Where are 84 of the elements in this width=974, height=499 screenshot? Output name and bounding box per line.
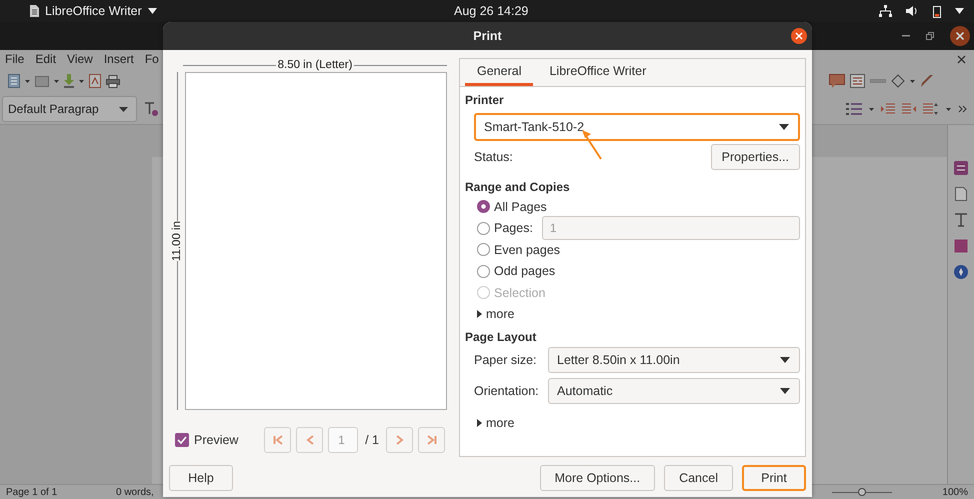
menu-item[interactable]: Insert bbox=[104, 52, 134, 66]
clear-formatting-icon[interactable] bbox=[144, 102, 158, 116]
dropdown[interactable]: Letter 8.50in x 11.00in bbox=[548, 346, 800, 372]
printer-dropdown[interactable]: Smart-Tank-510-2 bbox=[474, 113, 800, 141]
chevron-icon[interactable] bbox=[958, 105, 968, 113]
zoom-percentage: 100% bbox=[942, 486, 968, 498]
styles-icon[interactable] bbox=[954, 213, 968, 227]
radio-button[interactable] bbox=[477, 264, 490, 278]
page-width-label: 8.50 in (Letter) bbox=[278, 59, 352, 71]
app-menu-label[interactable]: LibreOffice Writer bbox=[45, 4, 142, 18]
brush-icon[interactable] bbox=[920, 74, 934, 88]
status-label: Status: bbox=[474, 150, 513, 164]
page-total: / 1 bbox=[365, 433, 379, 447]
dialog-button[interactable]: Help bbox=[169, 465, 233, 491]
radio-button[interactable] bbox=[477, 222, 490, 235]
triangle-right-icon bbox=[477, 418, 482, 426]
properties-button[interactable]: Properties... bbox=[710, 144, 800, 170]
printer-icon[interactable] bbox=[106, 74, 120, 88]
zoom-slider-thumb[interactable] bbox=[858, 488, 866, 496]
field-label: Orientation: bbox=[474, 384, 540, 398]
section-heading: Range and Copies bbox=[465, 180, 571, 196]
radio-label[interactable]: Odd pages bbox=[494, 264, 556, 278]
pdf-icon[interactable] bbox=[89, 74, 101, 88]
document-icon[interactable] bbox=[8, 74, 20, 88]
chevron-right-icon bbox=[396, 435, 404, 445]
navigator-icon[interactable] bbox=[954, 265, 968, 279]
indent-icon[interactable] bbox=[881, 103, 895, 115]
gallery-icon[interactable] bbox=[954, 239, 968, 253]
section-heading: Printer bbox=[465, 93, 505, 109]
clock[interactable]: Aug 26 14:29 bbox=[454, 4, 528, 18]
paragraph-style-dropdown[interactable]: Default Paragrap bbox=[2, 96, 137, 122]
zoom-slider[interactable] bbox=[832, 488, 892, 496]
more-expander[interactable]: more bbox=[474, 304, 800, 324]
dialog-button[interactable]: More Options... bbox=[540, 465, 656, 491]
volume-icon[interactable] bbox=[906, 5, 919, 17]
first-page-icon bbox=[272, 435, 283, 445]
form-icon[interactable] bbox=[850, 74, 865, 88]
radio-button[interactable] bbox=[477, 243, 490, 256]
diamond-icon[interactable] bbox=[891, 74, 905, 88]
preview-checkbox[interactable] bbox=[175, 433, 189, 447]
radio-button[interactable] bbox=[477, 200, 490, 214]
dialog-button[interactable]: Cancel bbox=[664, 465, 733, 491]
list-icon[interactable] bbox=[846, 103, 862, 115]
section-heading: Page Layout bbox=[465, 330, 538, 346]
menu-item[interactable]: Edit bbox=[35, 52, 56, 66]
comment-icon[interactable] bbox=[829, 74, 845, 88]
radio-label[interactable]: Pages: bbox=[494, 221, 533, 236]
annotation-arrow bbox=[581, 130, 603, 160]
caret-icon bbox=[780, 356, 790, 362]
caret-icon bbox=[780, 388, 790, 394]
battery-icon[interactable] bbox=[933, 4, 941, 18]
more-expander[interactable]: more bbox=[474, 412, 800, 432]
restore-icon[interactable] bbox=[926, 32, 934, 40]
last-page-icon bbox=[426, 435, 436, 445]
minimize-icon[interactable] bbox=[902, 35, 910, 37]
dropdown[interactable]: Automatic bbox=[548, 378, 800, 404]
radio-label[interactable]: Even pages bbox=[494, 242, 560, 257]
field-label: Paper size: bbox=[474, 352, 538, 366]
close-icon[interactable] bbox=[950, 26, 970, 46]
radio-label[interactable]: All Pages bbox=[494, 200, 547, 214]
caret-icon[interactable] bbox=[955, 8, 964, 14]
menu-item[interactable]: View bbox=[67, 52, 93, 66]
network-icon[interactable] bbox=[879, 5, 892, 17]
dialog-title: Print bbox=[473, 29, 502, 43]
dialog-button[interactable]: Print bbox=[742, 465, 806, 491]
page-height-label: 11.00 in bbox=[171, 220, 183, 262]
download-arrow-icon[interactable] bbox=[64, 74, 74, 88]
document-icon bbox=[29, 5, 39, 17]
menu-item[interactable]: File bbox=[5, 52, 24, 66]
word-count: 0 words, bbox=[116, 486, 154, 498]
triangle-right-icon bbox=[477, 310, 482, 318]
caret-icon bbox=[119, 106, 128, 112]
line-spacing-icon[interactable] bbox=[923, 103, 939, 115]
properties-icon[interactable] bbox=[954, 161, 968, 175]
caret-icon bbox=[148, 8, 157, 14]
page-count: Page 1 of 1 bbox=[6, 486, 58, 498]
outdent-icon[interactable] bbox=[902, 103, 916, 115]
tab[interactable]: General bbox=[465, 59, 534, 86]
chevron-left-icon bbox=[306, 435, 314, 445]
tab[interactable]: LibreOffice Writer bbox=[537, 59, 658, 86]
menu-item[interactable]: Fo bbox=[144, 52, 159, 66]
page-icon[interactable] bbox=[955, 187, 967, 201]
preview-label[interactable]: Preview bbox=[194, 433, 238, 447]
close-icon[interactable] bbox=[791, 28, 807, 44]
